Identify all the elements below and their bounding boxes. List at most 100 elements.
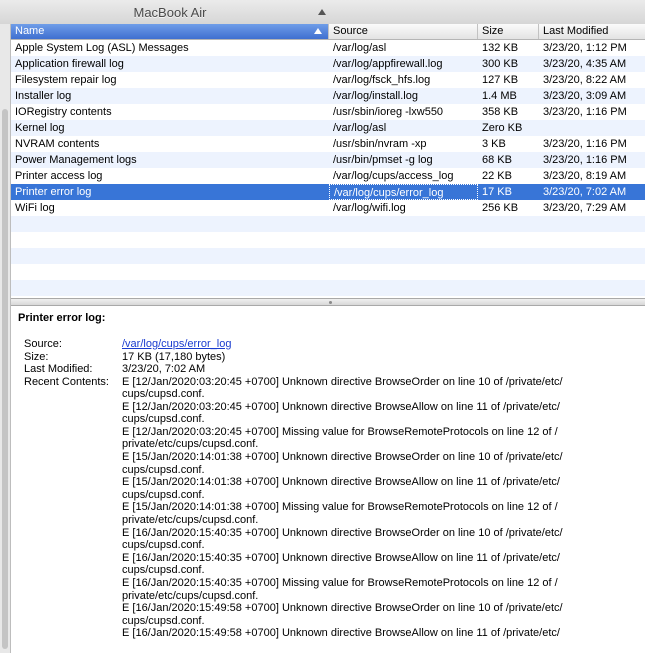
- column-header-label: Source: [333, 25, 368, 37]
- detail-heading: Printer error log:: [18, 312, 106, 324]
- table-row[interactable]: Apple System Log (ASL) Messages/var/log/…: [11, 40, 645, 56]
- empty-row: [11, 216, 645, 232]
- table-body: Apple System Log (ASL) Messages/var/log/…: [11, 40, 645, 296]
- log-line: E [12/Jan/2020:03:20:45 +0700] Unknown d…: [122, 375, 563, 388]
- table-row[interactable]: NVRAM contents/usr/sbin/nvram -xp 3 KB 3/2…: [11, 136, 645, 152]
- contents-text[interactable]: E [12/Jan/2020:03:20:45 +0700] Unknown d…: [122, 376, 639, 640]
- cell-name: Filesystem repair log: [15, 74, 117, 86]
- cell-modified: 3/23/20, 8:19 AM: [543, 170, 627, 182]
- column-header-size[interactable]: Size: [478, 24, 539, 39]
- cell-modified: 3/23/20, 8:22 AM: [543, 74, 627, 86]
- log-line: E [16/Jan/2020:15:40:35 +0700] Missing v…: [122, 577, 558, 589]
- cell-size: 300 KB: [482, 58, 519, 70]
- empty-row: [11, 264, 645, 280]
- cell-name: Power Management logs: [15, 154, 137, 166]
- logs-table: Name Source Size Last Modified Apple Sys…: [11, 24, 645, 298]
- table-row[interactable]: IORegistry contents/usr/sbin/ioreg -lxw5…: [11, 104, 645, 120]
- column-header-source[interactable]: Source: [329, 24, 478, 39]
- cell-size: 22 KB: [482, 170, 512, 182]
- cell-source: /usr/sbin/ioreg -lxw550: [333, 106, 444, 118]
- size-value: 17 KB (17,180 bytes): [122, 350, 226, 363]
- table-row[interactable]: Application firewall log/var/log/appfire…: [11, 56, 645, 72]
- scrollbar-thumb[interactable]: [2, 109, 8, 649]
- log-line: cups/cupsd.conf.: [122, 488, 205, 501]
- collapse-triangle-icon[interactable]: [318, 9, 326, 15]
- cell-source: /var/log/wifi.log: [333, 202, 406, 214]
- cell-size: Zero KB: [482, 122, 523, 134]
- log-line: E [16/Jan/2020:15:40:35 +0700] Unknown d…: [122, 551, 560, 564]
- cell-name: WiFi log: [15, 202, 55, 214]
- cell-name: IORegistry contents: [15, 106, 112, 118]
- cell-modified: 3/23/20, 1:16 PM: [543, 138, 627, 150]
- cell-source: /var/log/cups/access_log: [333, 170, 454, 182]
- contents-label: Recent Contents:: [24, 375, 109, 388]
- cell-modified: 3/23/20, 1:16 PM: [543, 106, 627, 118]
- column-header-label: Last Modified: [543, 25, 609, 37]
- cell-size: 1.4 MB: [482, 90, 517, 102]
- cell-size: 358 KB: [482, 106, 519, 118]
- log-line: private/etc/cups/cupsd.conf.: [122, 438, 259, 451]
- size-label: Size:: [24, 350, 49, 363]
- cell-modified: 3/23/20, 7:02 AM: [543, 186, 627, 198]
- source-link[interactable]: /var/log/cups/error_log: [122, 338, 231, 350]
- table-row[interactable]: WiFi log/var/log/wifi.log 256 KB 3/23/20, …: [11, 200, 645, 216]
- log-detail-pane: Printer error log: Source: /var/log/cups…: [11, 306, 645, 653]
- log-line: cups/cupsd.conf.: [122, 614, 205, 627]
- column-header-last-modified[interactable]: Last Modified: [539, 24, 645, 39]
- empty-row: [11, 280, 645, 296]
- cell-name: Printer access log: [15, 170, 103, 182]
- log-line: private/etc/cups/cupsd.conf.: [122, 514, 259, 527]
- table-row[interactable]: Printer error log/var/log/cups/error_log…: [11, 184, 645, 200]
- cell-size: 256 KB: [482, 202, 519, 214]
- empty-row: [11, 232, 645, 248]
- cell-source: /var/log/asl: [333, 42, 387, 54]
- column-header-label: Name: [15, 25, 45, 37]
- log-line: E [15/Jan/2020:14:01:38 +0700] Unknown d…: [122, 476, 560, 489]
- log-line: cups/cupsd.conf.: [122, 539, 205, 552]
- cell-size: 17 KB: [482, 186, 512, 198]
- contents-property: Recent Contents: E [12/Jan/2020:03:20:45…: [24, 376, 639, 640]
- detail-properties: Source: /var/log/cups/error_log Size: 17…: [24, 338, 639, 640]
- size-property: Size: 17 KB (17,180 bytes): [24, 351, 639, 364]
- cell-modified: [539, 120, 645, 136]
- cell-modified: 3/23/20, 1:16 PM: [543, 154, 627, 166]
- log-line: cups/cupsd.conf.: [122, 388, 205, 401]
- split-view-divider[interactable]: [11, 298, 645, 306]
- cell-modified: 3/23/20, 1:12 PM: [543, 42, 627, 54]
- sidebar-scrollbar[interactable]: [0, 24, 11, 653]
- device-title-bar: MacBook Air: [0, 0, 645, 25]
- cell-modified: 3/23/20, 3:09 AM: [543, 90, 627, 102]
- log-line: cups/cupsd.conf.: [122, 413, 205, 426]
- log-line: E [12/Jan/2020:03:20:45 +0700] Missing v…: [122, 425, 558, 438]
- cell-size: 68 KB: [482, 154, 512, 166]
- cell-name: Apple System Log (ASL) Messages: [15, 42, 189, 54]
- cell-name: NVRAM contents: [15, 138, 100, 150]
- table-header: Name Source Size Last Modified: [11, 24, 645, 40]
- table-row[interactable]: Power Management logs/usr/bin/pmset -g l…: [11, 152, 645, 168]
- cell-name: Application firewall log: [15, 58, 124, 70]
- modified-label: Last Modified:: [24, 363, 93, 375]
- cell-source: /usr/sbin/nvram -xp: [333, 138, 427, 150]
- table-row[interactable]: Filesystem repair log/var/log/fsck_hfs.l…: [11, 72, 645, 88]
- column-header-name[interactable]: Name: [11, 24, 329, 39]
- modified-value: 3/23/20, 7:02 AM: [122, 363, 206, 375]
- cell-modified: 3/23/20, 4:35 AM: [543, 58, 627, 70]
- log-line: E [15/Jan/2020:14:01:38 +0700] Missing v…: [122, 501, 558, 514]
- table-row[interactable]: Installer log/var/log/install.log 1.4 MB 3…: [11, 88, 645, 104]
- table-row[interactable]: Kernel log/var/log/asl Zero KB: [11, 120, 645, 136]
- cell-name: Kernel log: [15, 122, 65, 134]
- log-line: E [16/Jan/2020:15:49:58 +0700] Unknown d…: [122, 627, 560, 640]
- device-title: MacBook Air: [133, 5, 207, 20]
- table-row[interactable]: Printer access log/var/log/cups/access_l…: [11, 168, 645, 184]
- cell-modified: 3/23/20, 7:29 AM: [543, 202, 627, 214]
- modified-property: Last Modified: 3/23/20, 7:02 AM: [24, 363, 639, 376]
- cell-size: 132 KB: [482, 42, 519, 54]
- log-line: E [16/Jan/2020:15:40:35 +0700] Unknown d…: [122, 526, 563, 539]
- log-line: private/etc/cups/cupsd.conf.: [122, 589, 259, 602]
- cell-source: /var/log/cups/error_log: [329, 184, 478, 200]
- column-header-label: Size: [482, 25, 504, 37]
- cell-source: /var/log/asl: [333, 122, 387, 134]
- divider-grip-icon: [329, 301, 332, 304]
- log-line: E [12/Jan/2020:03:20:45 +0700] Unknown d…: [122, 400, 560, 413]
- cell-source: /usr/bin/pmset -g log: [333, 154, 433, 166]
